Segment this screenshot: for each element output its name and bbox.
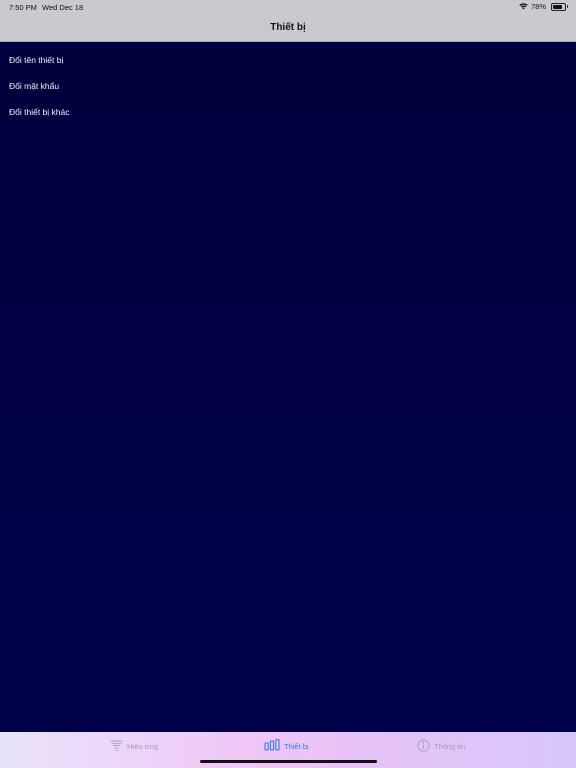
status-date: Wed Dec 18	[42, 3, 84, 12]
tab-effects[interactable]: Hiệu ứng	[110, 738, 158, 754]
bars-icon	[264, 739, 280, 753]
change-password-item[interactable]: Đổi mật khẩu	[9, 81, 59, 91]
battery-percent: 78%	[530, 2, 546, 11]
battery-fill	[553, 4, 562, 9]
main-content: Đổi tên thiết bị Đổi mật khẩu Đổi thiết …	[0, 42, 576, 732]
wifi-icon	[519, 3, 528, 10]
tab-info-label: Thông tin	[434, 741, 466, 751]
status-time: 7:50 PM	[9, 3, 37, 12]
tornado-icon	[110, 739, 123, 754]
rename-device-item[interactable]: Đổi tên thiết bị	[9, 55, 63, 65]
navigation-bar: Thiết bị	[0, 14, 576, 42]
info-icon	[417, 738, 430, 754]
tab-effects-label: Hiệu ứng	[127, 741, 158, 751]
battery-icon	[551, 2, 568, 11]
change-device-item[interactable]: Đổi thiết bị khác	[9, 107, 69, 117]
tab-info[interactable]: Thông tin	[417, 738, 465, 754]
tab-device[interactable]: Thiết bị	[264, 738, 309, 754]
page-title: Thiết bị	[270, 22, 306, 33]
status-bar: 7:50 PM Wed Dec 18 78%	[0, 0, 576, 14]
tab-device-label: Thiết bị	[284, 741, 309, 751]
home-indicator[interactable]	[200, 760, 377, 763]
status-right: 78%	[519, 2, 568, 11]
